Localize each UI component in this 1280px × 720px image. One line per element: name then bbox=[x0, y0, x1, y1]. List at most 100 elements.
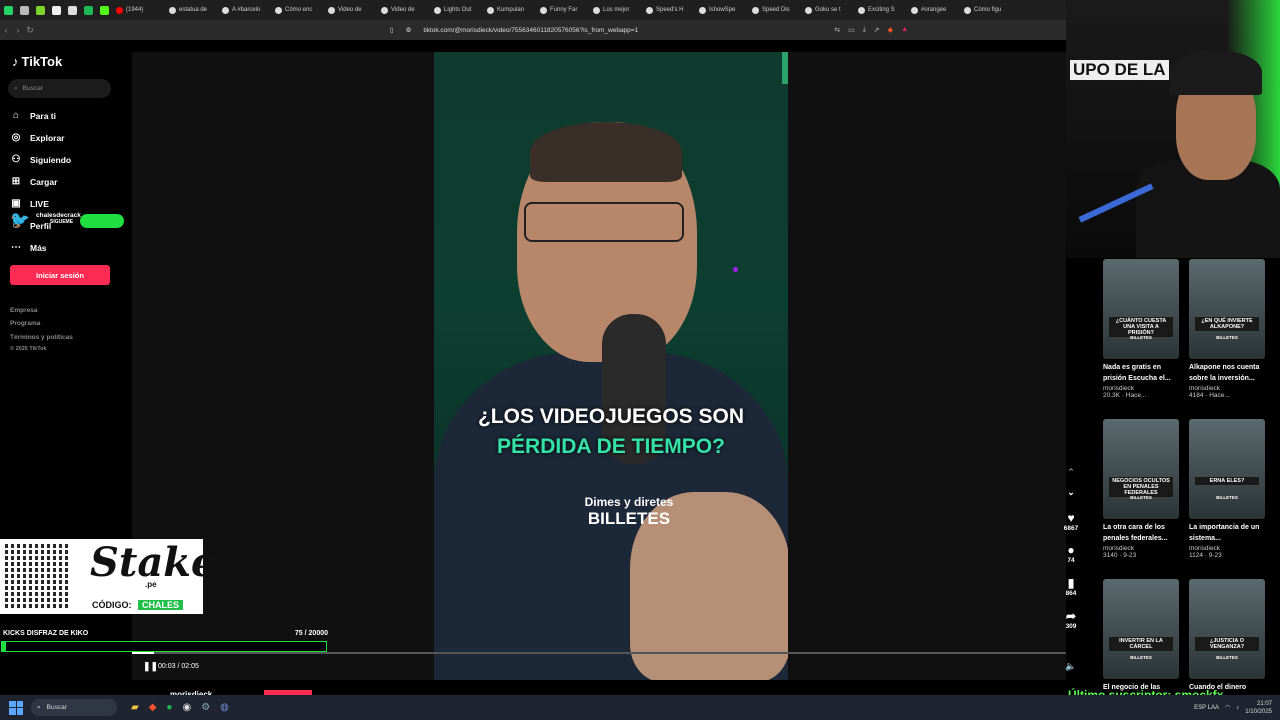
browser-tab[interactable]: Goku se t bbox=[801, 0, 854, 20]
kick-tab[interactable] bbox=[96, 0, 112, 20]
sidebar-item-live[interactable]: ▣ LIVE bbox=[10, 198, 49, 209]
browser-tab[interactable]: A #barcelo bbox=[218, 0, 271, 20]
video-frame[interactable]: ¿LOS VIDEOJUEGOS SON PÉRDIDA DE TIEMPO? … bbox=[434, 52, 788, 680]
green-accent-bar bbox=[782, 52, 788, 84]
thumb-text: ¿JUSTICIA O VENGANZA? bbox=[1195, 637, 1259, 651]
home-icon: ⌂ bbox=[12, 110, 20, 121]
sidebar-item-para-ti[interactable]: ⌂ Para ti bbox=[10, 110, 56, 121]
footer-link-empresa[interactable]: Empresa bbox=[10, 307, 37, 314]
webcam-background-sign: UPO DE LA bbox=[1070, 60, 1169, 80]
browser-tab[interactable]: estatua de bbox=[165, 0, 218, 20]
browser-tab[interactable]: Los mejor bbox=[589, 0, 642, 20]
browser-tab[interactable]: Speed's H bbox=[642, 0, 695, 20]
browser-tab[interactable]: Cómo figu bbox=[960, 0, 1013, 20]
clock[interactable]: 21:07 1/10/2025 bbox=[1245, 700, 1272, 716]
translate-icon[interactable]: ⇆ bbox=[834, 26, 840, 34]
recommended-author: morisdieck bbox=[1189, 385, 1221, 392]
recommended-card[interactable]: NEGOCIOS OCULTOS EN PENALES FEDERALES BIL… bbox=[1103, 419, 1183, 559]
browser-tab[interactable]: Funny Far bbox=[536, 0, 589, 20]
discord-icon[interactable]: ◍ bbox=[220, 702, 229, 713]
recommended-thumbnail: ERNA ELES? BILLETES bbox=[1189, 419, 1265, 519]
taskbar-apps: ▰ ◆ ● ◉ ⚙ ◍ bbox=[131, 702, 229, 713]
volume-button[interactable]: 🔈 bbox=[1065, 661, 1076, 672]
browser-tab[interactable]: Kumpulan bbox=[483, 0, 536, 20]
video-progress-bar[interactable] bbox=[132, 652, 1066, 654]
browser-tab[interactable]: (1944) bbox=[112, 0, 165, 20]
share-button[interactable]: ➦ 309 bbox=[1058, 609, 1084, 630]
windows-start-button[interactable] bbox=[9, 700, 23, 715]
browser-tab[interactable]: Exciting S bbox=[854, 0, 907, 20]
cast-icon[interactable]: ▭ bbox=[848, 26, 855, 34]
pause-icon: ❚❚ bbox=[143, 661, 159, 671]
heart-icon: ♥ bbox=[1067, 511, 1075, 525]
explorer-icon[interactable]: ▰ bbox=[131, 702, 139, 713]
video-progress-fill bbox=[132, 652, 155, 654]
caption-line1: ¿LOS VIDEOJUEGOS SON bbox=[477, 405, 745, 428]
browser-tab[interactable]: Speed Dis bbox=[748, 0, 801, 20]
browser-tab[interactable]: IshowSpe bbox=[695, 0, 748, 20]
lang-indicator[interactable]: ESP LAA bbox=[1194, 705, 1219, 711]
nav-down-button[interactable]: ⌄ bbox=[1058, 487, 1084, 498]
browser-tab[interactable]: #orangee bbox=[907, 0, 960, 20]
brave-shield-icon[interactable]: ◆ bbox=[888, 26, 893, 34]
whatsapp-tab[interactable] bbox=[0, 0, 16, 20]
pause-button[interactable]: ❚❚ bbox=[143, 661, 158, 672]
footer-link-terminos[interactable]: Términos y políticas bbox=[10, 334, 73, 341]
recommended-stats: 3140 · 9-23 bbox=[1103, 552, 1137, 559]
stake-code-label: CÓDIGO: bbox=[92, 600, 132, 610]
footer-link-programa[interactable]: Programa bbox=[10, 320, 40, 327]
back-icon[interactable]: ‹ bbox=[0, 25, 12, 35]
recommended-card[interactable]: ¿EN QUÉ INVIERTE ALKAPONE? BILLETES Alkap… bbox=[1189, 259, 1269, 399]
pinned-tab[interactable] bbox=[80, 0, 96, 20]
tiktok-logo[interactable]: ♪ TikTok bbox=[12, 54, 62, 69]
brave-icon[interactable]: ◆ bbox=[149, 702, 157, 713]
sidebar-item-siguiendo[interactable]: ⚇ Siguiendo bbox=[10, 154, 72, 165]
wifi-icon[interactable]: ◠ bbox=[1225, 704, 1230, 711]
recommended-stats: 1124 · 9-23 bbox=[1189, 552, 1222, 559]
sidebar-item-explorar[interactable]: ◎ Explorar bbox=[10, 132, 65, 143]
pinned-tab[interactable] bbox=[32, 0, 48, 20]
pinned-tab[interactable] bbox=[48, 0, 64, 20]
sidebar-item-mas[interactable]: ⋯ Más bbox=[10, 242, 47, 253]
browser-tab[interactable]: Video de bbox=[324, 0, 377, 20]
bookmark-icon[interactable]: ▯ bbox=[390, 26, 394, 34]
webcam-feed: UPO DE LA bbox=[1066, 0, 1280, 258]
site-info-icon[interactable]: ⚙ bbox=[406, 26, 412, 34]
recommended-card[interactable]: ERNA ELES? BILLETES La importancia de un … bbox=[1189, 419, 1269, 559]
video-person-glasses bbox=[524, 202, 684, 242]
steam-icon[interactable]: ⚙ bbox=[201, 702, 210, 713]
pinned-tab[interactable] bbox=[16, 0, 32, 20]
url-field[interactable]: ▯ ⚙ tiktok.com/@morisdieck/video/7556346… bbox=[44, 23, 834, 37]
login-button[interactable]: Iniciar sesión bbox=[10, 265, 110, 285]
browser-tab[interactable]: Lights Out bbox=[430, 0, 483, 20]
video-person-hair bbox=[530, 122, 682, 182]
nav-up-button[interactable]: ⌃ bbox=[1058, 467, 1084, 478]
recommended-card[interactable]: ¿CUÁNTO CUESTA UNA VISITA A PRISIÓN? BILL… bbox=[1103, 259, 1183, 399]
live-icon: ▣ bbox=[11, 198, 21, 209]
sidebar-item-cargar[interactable]: ⊞ Cargar bbox=[10, 176, 58, 187]
like-button[interactable]: ♥ 6867 bbox=[1058, 511, 1084, 532]
chrome-icon[interactable]: ◉ bbox=[182, 702, 191, 713]
taskbar-search[interactable]: ⌕ Buscar bbox=[31, 699, 117, 716]
share-count: 309 bbox=[1065, 623, 1077, 630]
save-button[interactable]: ▮ 864 bbox=[1058, 576, 1084, 597]
reload-icon[interactable]: ↻ bbox=[24, 25, 36, 36]
thumb-text: INVERTIR EN LA CÁRCEL bbox=[1109, 637, 1173, 651]
subtitle-line1: Dimes y diretes bbox=[584, 495, 674, 509]
forward-icon[interactable]: › bbox=[12, 25, 24, 35]
volume-icon[interactable]: ♪ bbox=[1236, 705, 1239, 711]
rewards-icon[interactable]: ▲ bbox=[901, 26, 908, 34]
download-icon[interactable]: ⤓ bbox=[863, 26, 866, 34]
comment-button[interactable]: ● 74 bbox=[1058, 543, 1084, 564]
browser-tab[interactable]: Video de bbox=[377, 0, 430, 20]
webcam-person-cap bbox=[1170, 50, 1262, 95]
spotify-icon[interactable]: ● bbox=[166, 702, 172, 713]
goal-progress-bar bbox=[1, 641, 327, 652]
pinned-tab[interactable] bbox=[64, 0, 80, 20]
recommended-card[interactable]: ¿JUSTICIA O VENGANZA? BILLETES Cuando el … bbox=[1189, 579, 1269, 704]
browser-tab[interactable]: Cómo enc bbox=[271, 0, 324, 20]
recommended-card[interactable]: INVERTIR EN LA CÁRCEL BILLETES El negocio… bbox=[1103, 579, 1183, 704]
search-input[interactable]: ⌕ Buscar bbox=[8, 79, 111, 98]
url-text: tiktok.com/@morisdieck/video/75563460118… bbox=[423, 26, 639, 34]
share-icon[interactable]: ⇗ bbox=[874, 26, 880, 34]
